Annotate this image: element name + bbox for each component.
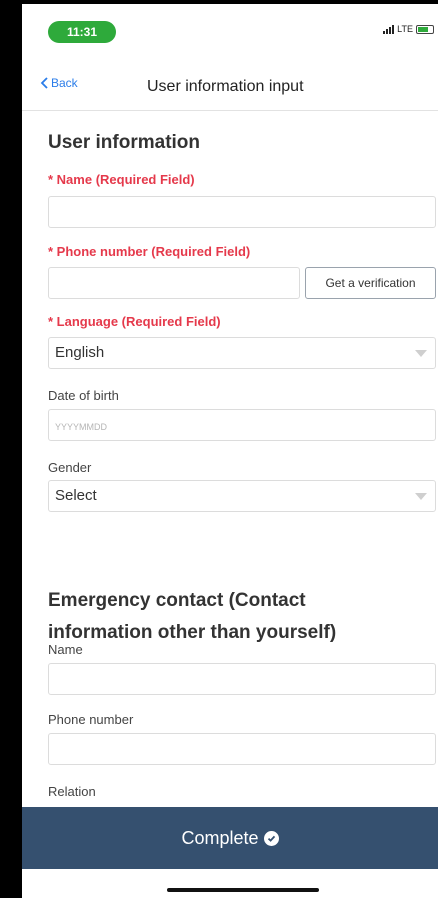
complete-button[interactable]: Complete [22,807,438,869]
chevron-left-icon [40,77,48,89]
language-select[interactable]: English [48,337,436,369]
back-button[interactable]: Back [40,76,78,90]
get-verification-button[interactable]: Get a verification [305,267,436,299]
emergency-phone-input[interactable] [48,733,436,765]
home-indicator [167,888,319,892]
language-value: English [55,344,105,361]
network-type: LTE [397,24,413,34]
complete-label: Complete [181,827,259,848]
emergency-heading-line1: Emergency contact (Contact [48,590,306,611]
emergency-name-input[interactable] [48,663,436,695]
phone-screen: 11:31 LTE Back User information input Us… [0,0,438,898]
dropdown-arrow-icon [415,493,427,500]
status-time: 11:31 [48,21,116,43]
emergency-name-label: Name [48,642,83,657]
back-label: Back [51,76,78,90]
gender-select[interactable]: Select [48,480,436,512]
signal-icon [383,24,395,34]
user-info-heading: User information [48,132,201,153]
emergency-phone-label: Phone number [48,712,134,727]
dropdown-arrow-icon [415,350,427,357]
status-indicators: LTE [383,24,434,34]
gender-value: Select [55,487,97,504]
relation-label: Relation [48,784,96,799]
language-label: * Language (Required Field) [48,314,221,329]
dob-input[interactable] [48,409,436,441]
gender-label: Gender [48,460,92,475]
check-circle-icon [263,830,279,846]
phone-input[interactable] [48,267,300,299]
name-input[interactable] [48,196,436,228]
name-label: * Name (Required Field) [48,172,195,187]
battery-icon [416,24,434,34]
navigation-bar: Back User information input [22,66,438,111]
page-title: User information input [147,78,304,95]
emergency-heading-line2: information other than yourself) [48,622,337,643]
phone-label: * Phone number (Required Field) [48,244,251,259]
dob-label: Date of birth [48,388,119,403]
status-bar: 11:31 LTE [22,4,438,58]
